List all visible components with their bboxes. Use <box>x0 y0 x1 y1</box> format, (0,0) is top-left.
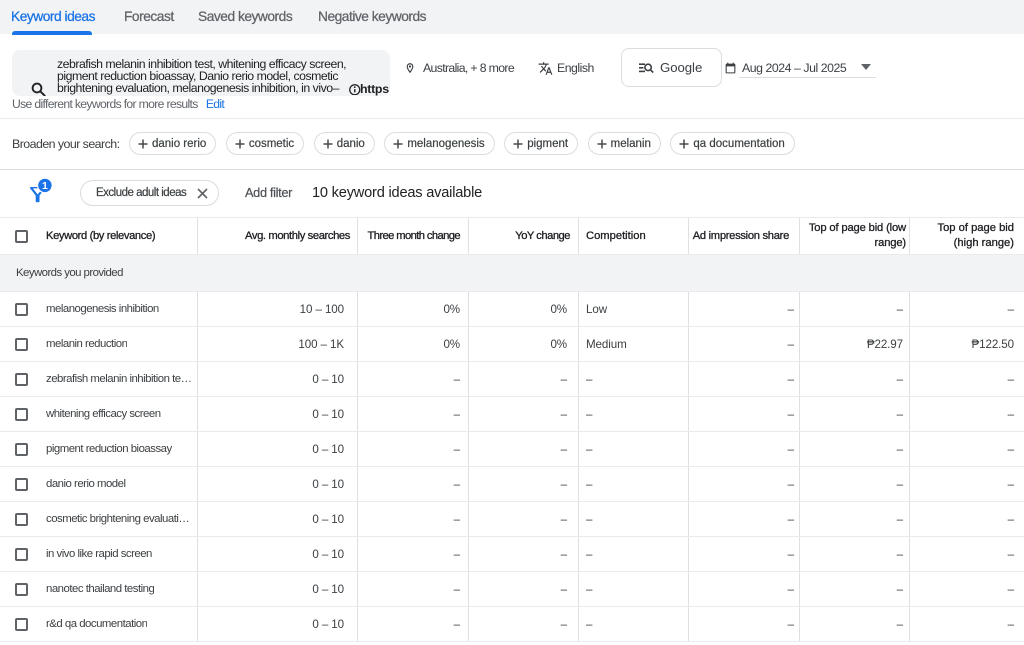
svg-text:1: 1 <box>42 180 48 192</box>
